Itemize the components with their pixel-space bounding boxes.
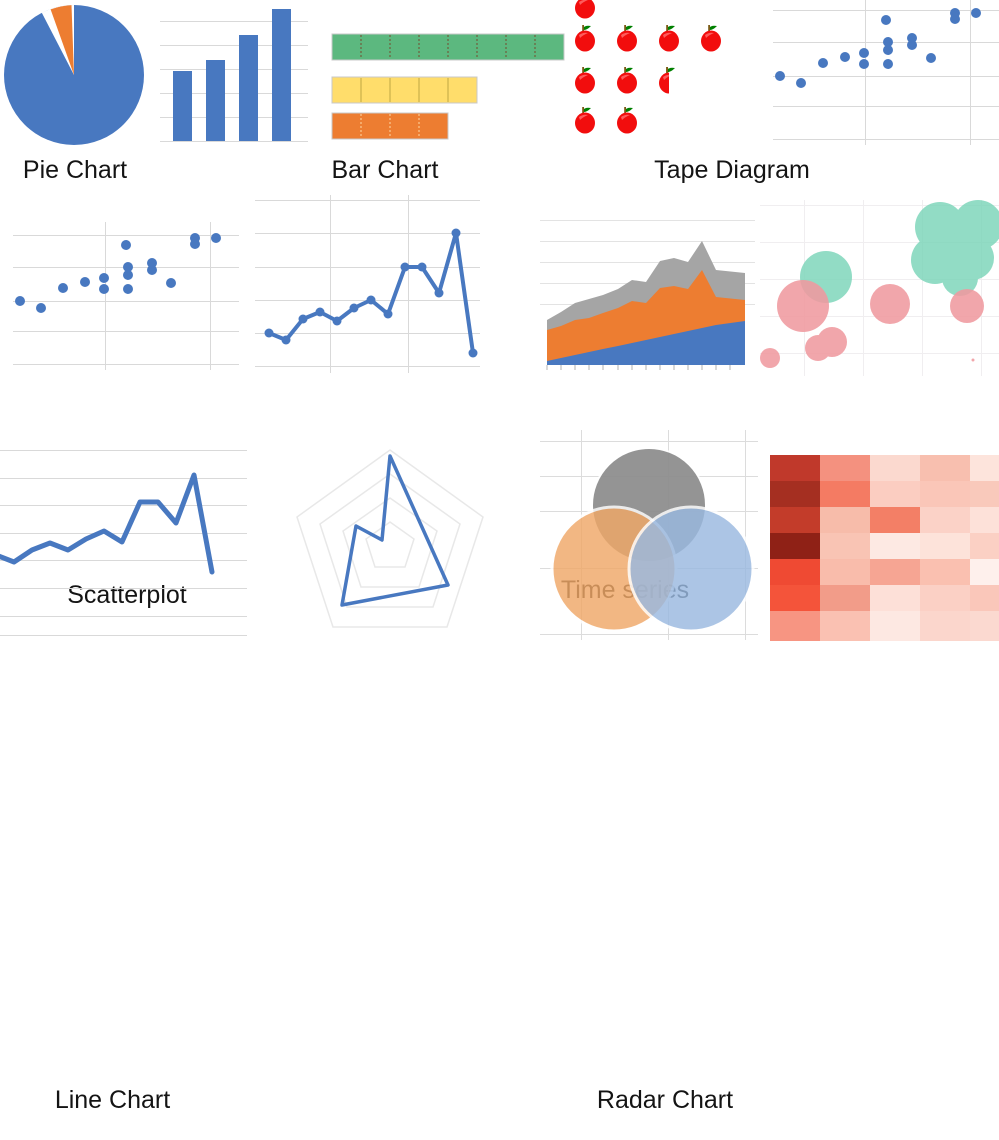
caption-pie-chart: Pie Chart [22, 156, 128, 184]
chart-thumb-tape-diagram[interactable]: Tape Diagram [330, 0, 810, 184]
line-chart-line [0, 472, 215, 575]
area-chart-svg [540, 220, 755, 370]
line-chart-svg [0, 450, 247, 636]
bar-chart-bars [173, 9, 291, 141]
chart-thumb-area-chart[interactable]: Area Chart [540, 200, 755, 380]
tape-row-green [331, 33, 565, 61]
bar-1 [173, 71, 192, 141]
heatmaps-svg [770, 455, 999, 641]
chart-thumb-line-chart[interactable]: Line Chart [0, 430, 247, 1114]
area-chart-figure [540, 200, 755, 380]
pictograph-row-4 [575, 107, 637, 134]
time-series-markers [264, 228, 478, 358]
area-chart-xticks [546, 365, 731, 370]
bar-chart-figure [160, 0, 308, 150]
chart-thumb-pictograph[interactable]: Pictograph [565, 0, 755, 150]
tape-row-orange [331, 112, 449, 140]
scatterplot-1-figure [765, 0, 999, 150]
scatterplot-1-svg [773, 0, 999, 145]
radar-chart-figure [275, 430, 505, 645]
chart-thumb-scatterplot-2[interactable]: Scatterplot [5, 200, 239, 609]
time-series-gridlines [255, 195, 480, 373]
pictograph-row-3 [575, 67, 675, 94]
chart-thumb-heatmaps[interactable]: Heatmaps [770, 455, 999, 641]
scatterplot-2-svg [13, 222, 239, 370]
heatmap-cells [770, 455, 999, 641]
chart-thumb-pie-chart[interactable]: Pie Chart [0, 0, 150, 184]
time-series-svg [255, 195, 480, 373]
scatterplot-2-figure [5, 200, 239, 375]
chart-type-gallery: Pie Chart Bar Chart Tape Diagram Scatter… [0, 0, 999, 1114]
tape-diagram-figure [330, 0, 570, 150]
pictograph-row-1 [575, 0, 595, 19]
chart-thumb-venn-diagram[interactable]: Venn Diagram [540, 430, 758, 645]
radar-chart-svg [296, 449, 484, 628]
venn-set-c [627, 505, 755, 633]
caption-bar-chart: Bar Chart [331, 156, 439, 184]
bubble-graph-figure [760, 200, 999, 380]
chart-thumb-radar-chart[interactable]: Radar Chart [275, 430, 733, 1114]
line-chart-figure [0, 430, 247, 645]
caption-radar-chart: Radar Chart [596, 1086, 734, 1114]
pie-chart-figure [0, 0, 150, 150]
bubble-graph-svg [760, 200, 999, 376]
bar-3 [239, 35, 258, 141]
pictograph-svg [575, 0, 721, 134]
venn-diagram-figure [540, 430, 758, 645]
chart-thumb-bubble-graph[interactable]: Bubble Graph [760, 200, 999, 380]
tape-diagram-svg [331, 33, 565, 140]
venn-diagram-svg [540, 430, 758, 640]
pie-chart-svg [4, 4, 144, 145]
bar-2 [206, 60, 225, 141]
chart-thumb-scatterplot-1[interactable]: Scatterplot [765, 0, 999, 150]
caption-line-chart: Line Chart [54, 1086, 171, 1114]
pictograph-row-2 [575, 25, 721, 52]
chart-thumb-time-series[interactable]: Time series [255, 195, 689, 604]
caption-tape-diagram: Tape Diagram [654, 156, 810, 184]
tape-row-yellow [331, 76, 478, 104]
pictograph-figure [565, 0, 755, 150]
bar-chart-svg [160, 9, 308, 142]
time-series-figure [255, 195, 480, 375]
chart-thumb-bar-chart[interactable]: Bar Chart [160, 0, 438, 184]
heatmaps-figure [770, 455, 999, 641]
radar-chart-rings [296, 449, 484, 628]
bar-4 [272, 9, 291, 141]
